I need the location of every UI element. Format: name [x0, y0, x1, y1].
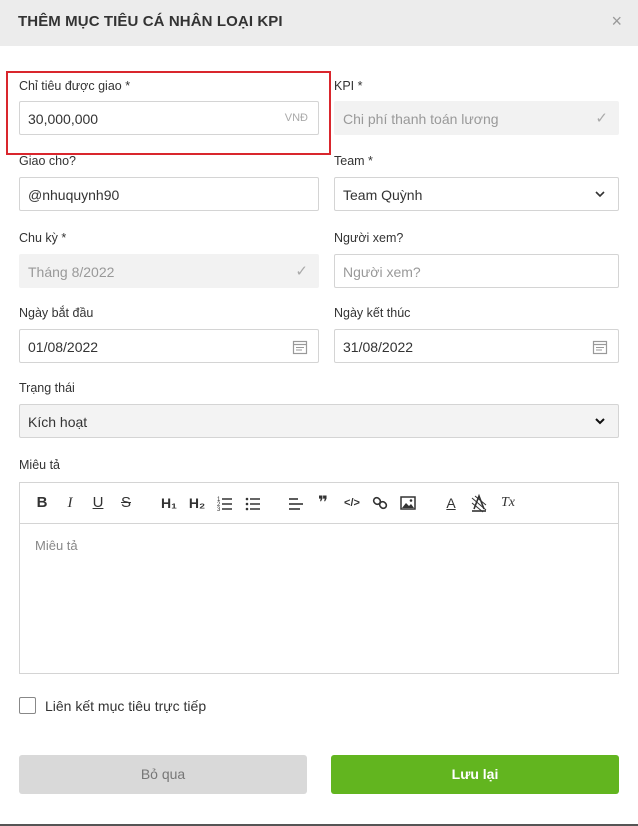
link-goal-checkbox[interactable]	[19, 697, 36, 714]
cycle-value: Tháng 8/2022	[28, 264, 115, 280]
heading1-button[interactable]: H₁	[158, 493, 180, 513]
cancel-button[interactable]: Bỏ qua	[19, 755, 307, 794]
start-date-label: Ngày bắt đầu	[19, 306, 94, 320]
blockquote-button[interactable]: ❞	[314, 493, 332, 513]
kpi-value: Chi phí thanh toán lương	[343, 111, 499, 127]
modal-header: THÊM MỤC TIÊU CÁ NHÂN LOẠI KPI ×	[0, 0, 638, 46]
status-label: Trạng thái	[19, 381, 75, 395]
kpi-goal-modal: THÊM MỤC TIÊU CÁ NHÂN LOẠI KPI × Chỉ tiê…	[0, 0, 638, 826]
start-date-input[interactable]: 01/08/2022	[19, 329, 319, 363]
cycle-label: Chu kỳ *	[19, 231, 67, 245]
assignee-label: Giao cho?	[19, 154, 76, 168]
cycle-field: Tháng 8/2022 ✓	[19, 254, 319, 288]
end-date-label: Ngày kết thúc	[334, 306, 411, 320]
code-button[interactable]: </>	[342, 493, 362, 513]
viewer-label: Người xem?	[334, 231, 404, 245]
end-date-input[interactable]: 31/08/2022	[334, 329, 619, 363]
kpi-field: Chi phí thanh toán lương ✓	[334, 101, 619, 135]
bold-button[interactable]: B	[34, 493, 50, 513]
svg-text:3: 3	[217, 507, 221, 513]
description-editor[interactable]: B I U S H₁ H₂ 1 2 3 ❞ </> A Tx Miêu tả	[19, 482, 619, 674]
team-select[interactable]: Team Quỳnh	[334, 177, 619, 211]
start-date-value: 01/08/2022	[28, 339, 99, 355]
save-button[interactable]: Lưu lại	[331, 755, 619, 794]
team-value: Team Quỳnh	[343, 187, 423, 203]
italic-button[interactable]: I	[62, 493, 78, 513]
check-icon: ✓	[295, 263, 308, 280]
close-icon[interactable]: ×	[611, 12, 622, 30]
target-highlight-box	[6, 71, 331, 155]
font-color-button[interactable]: A	[443, 493, 459, 513]
viewer-placeholder: Người xem?	[343, 264, 421, 280]
status-value: Kích hoạt	[28, 414, 88, 430]
calendar-icon[interactable]	[292, 339, 308, 355]
description-placeholder: Miêu tả	[35, 538, 78, 553]
editor-toolbar: B I U S H₁ H₂ 1 2 3 ❞ </> A Tx	[20, 483, 618, 524]
image-icon[interactable]	[400, 493, 416, 513]
calendar-icon[interactable]	[592, 339, 608, 355]
link-goal-label: Liên kết mục tiêu trực tiếp	[45, 698, 207, 714]
heading2-button[interactable]: H₂	[186, 493, 208, 513]
kpi-label: KPI *	[334, 79, 363, 93]
modal-title: THÊM MỤC TIÊU CÁ NHÂN LOẠI KPI	[18, 13, 283, 30]
chevron-down-icon	[595, 418, 605, 425]
status-select[interactable]: Kích hoạt	[19, 404, 619, 438]
description-label: Miêu tả	[19, 458, 60, 472]
align-left-icon[interactable]	[288, 493, 304, 513]
bullet-list-icon[interactable]	[245, 493, 261, 513]
background-color-icon[interactable]	[471, 493, 487, 513]
end-date-value: 31/08/2022	[343, 339, 414, 355]
chevron-down-icon	[595, 191, 605, 198]
link-icon[interactable]	[372, 493, 388, 513]
viewer-input[interactable]: Người xem?	[334, 254, 619, 288]
team-label: Team *	[334, 154, 373, 168]
underline-button[interactable]: U	[90, 493, 106, 513]
assignee-value: @nhuquynh90	[28, 187, 120, 203]
strikethrough-button[interactable]: S	[118, 493, 134, 513]
assignee-input[interactable]: @nhuquynh90	[19, 177, 319, 211]
check-icon: ✓	[595, 110, 608, 127]
clear-format-button[interactable]: Tx	[498, 493, 518, 513]
ordered-list-icon[interactable]: 1 2 3	[217, 493, 233, 513]
